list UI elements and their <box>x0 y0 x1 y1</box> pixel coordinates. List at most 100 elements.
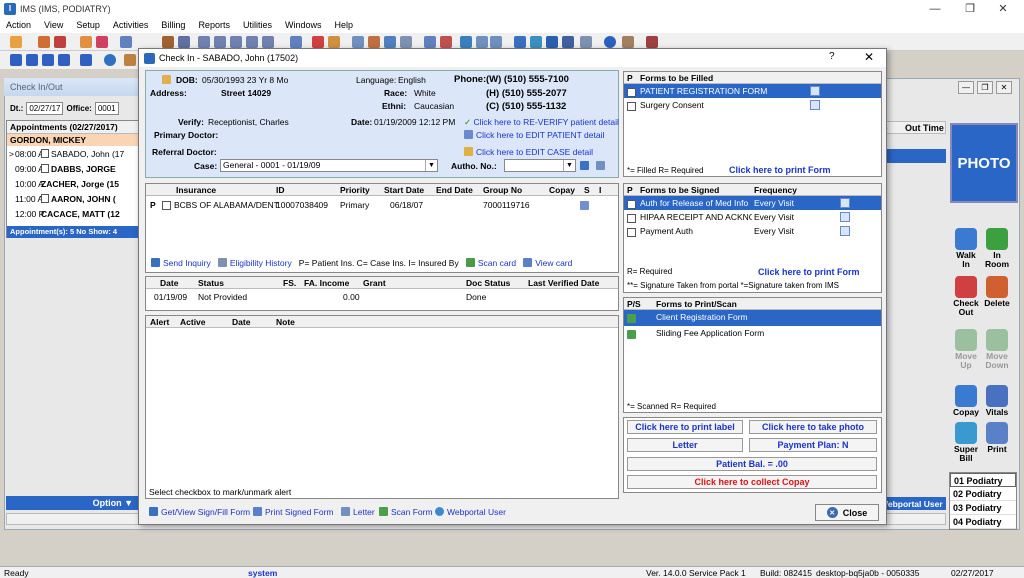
copay-button[interactable]: Copay <box>951 385 981 417</box>
scan-card-link[interactable]: Scan card <box>465 258 516 268</box>
walk-in-button[interactable]: Walk In <box>951 228 981 269</box>
edit-form-icon[interactable] <box>810 100 820 110</box>
money-icon[interactable] <box>124 54 136 66</box>
print-label-button[interactable]: Click here to print label <box>627 420 743 434</box>
grid-icon[interactable] <box>178 36 190 48</box>
close-button[interactable]: ✕ Close <box>815 504 879 521</box>
menu-action[interactable]: Action <box>6 20 31 30</box>
dialog-close-icon[interactable]: ✕ <box>864 50 874 64</box>
menu-setup[interactable]: Setup <box>76 20 100 30</box>
prev-icon[interactable] <box>26 54 38 66</box>
billing-icon[interactable] <box>424 36 436 48</box>
list-item[interactable]: Auth for Release of Med Info Every Visit <box>624 196 881 210</box>
user-icon[interactable] <box>10 36 22 48</box>
letter-link[interactable]: Letter <box>341 507 375 517</box>
super-bill-button[interactable]: Super Bill <box>951 422 981 463</box>
highlighted-patient[interactable]: GORDON, MICKEY <box>7 134 138 146</box>
scan-icon[interactable] <box>580 36 592 48</box>
webportal-user-link[interactable]: Webportal User <box>435 507 506 517</box>
lab-icon[interactable] <box>514 36 526 48</box>
edit-form-icon[interactable] <box>810 86 820 96</box>
print-sign-form-link[interactable]: Click here to print Form <box>758 267 860 277</box>
calendar-icon[interactable] <box>290 36 302 48</box>
check-out-button[interactable]: Check Out <box>951 276 981 317</box>
panel-minimize-icon[interactable]: — <box>958 81 974 94</box>
people3-icon[interactable] <box>230 36 242 48</box>
sort-icon[interactable] <box>80 54 92 66</box>
people2-icon[interactable] <box>214 36 226 48</box>
add-autho-icon[interactable] <box>580 161 589 170</box>
autho-select[interactable]: ▼ <box>504 159 576 172</box>
edit-form-icon[interactable] <box>840 198 850 208</box>
schedule-icon[interactable] <box>162 36 174 48</box>
people-icon[interactable] <box>198 36 210 48</box>
close-icon[interactable]: ✕ <box>988 0 1018 17</box>
minimize-icon[interactable]: — <box>920 0 950 17</box>
list-item[interactable]: 02 Podiatry <box>950 487 1016 501</box>
statement-icon[interactable] <box>476 36 488 48</box>
view-card-icon[interactable] <box>580 201 589 210</box>
edit-case-link[interactable]: Click here to EDIT CASE detail <box>464 147 593 157</box>
chart-icon[interactable] <box>96 36 108 48</box>
restore-icon[interactable]: ❐ <box>955 0 985 17</box>
table-row[interactable]: P BCBS OF ALABAMA/DENT 10007038409 Prima… <box>146 199 618 212</box>
list-item[interactable]: 11:00 A AARON, JOHN ( <box>7 191 138 206</box>
office-input[interactable]: 0001 <box>94 101 119 115</box>
letter-button[interactable]: Letter <box>627 438 743 452</box>
list-item[interactable]: Surgery Consent <box>624 98 881 112</box>
edit-form-icon[interactable] <box>840 226 850 236</box>
form-checkbox[interactable] <box>627 88 636 97</box>
list-item[interactable]: Payment Auth Every Visit <box>624 224 881 238</box>
move-down-button[interactable]: Move Down <box>982 329 1012 370</box>
send-inquiry-link[interactable]: Send Inquiry <box>151 258 211 268</box>
list-item[interactable]: 04 Podiatry <box>950 515 1016 529</box>
document-icon[interactable] <box>400 36 412 48</box>
list-item[interactable]: 01 Podiatry <box>950 473 1016 487</box>
list-item[interactable]: 10:00 A ZACHER, Jorge (15 <box>7 176 138 191</box>
menu-activities[interactable]: Activities <box>113 20 149 30</box>
edit-patient-link[interactable]: Click here to EDIT PATIENT detail <box>464 130 604 140</box>
panel-close-icon[interactable]: ✕ <box>996 81 1012 94</box>
table-row[interactable]: 01/19/09 Not Provided 0.00 Done <box>146 291 618 304</box>
sign-checkbox[interactable] <box>627 228 636 237</box>
sign-checkbox[interactable] <box>627 214 636 223</box>
fax-icon[interactable] <box>562 36 574 48</box>
edit-form-icon[interactable] <box>840 212 850 222</box>
menu-billing[interactable]: Billing <box>161 20 185 30</box>
view-autho-icon[interactable] <box>596 161 605 170</box>
folder-icon[interactable] <box>80 36 92 48</box>
view-card-link[interactable]: View card <box>523 258 572 268</box>
photo-box[interactable]: PHOTO <box>950 123 1018 203</box>
letter-icon[interactable] <box>384 36 396 48</box>
help-icon[interactable] <box>604 36 616 48</box>
reverify-link[interactable]: ✓ Click here to RE-VERIFY patient detail <box>464 117 619 128</box>
next-icon[interactable] <box>42 54 54 66</box>
dt-input[interactable]: 02/27/17 <box>26 101 64 115</box>
print-fill-form-link[interactable]: Click here to print Form <box>729 165 831 175</box>
print-button[interactable]: Print <box>982 422 1012 454</box>
list-item[interactable]: PATIENT REGISTRATION FORM <box>624 84 881 98</box>
word-icon[interactable] <box>546 36 558 48</box>
sign-checkbox[interactable] <box>627 200 636 209</box>
last-icon[interactable] <box>58 54 70 66</box>
report-icon[interactable] <box>120 36 132 48</box>
in-room-button[interactable]: In Room <box>982 228 1012 269</box>
vitals-button[interactable]: Vitals <box>982 385 1012 417</box>
menu-windows[interactable]: Windows <box>285 20 322 30</box>
settings-icon[interactable] <box>328 36 340 48</box>
eligibility-history-link[interactable]: Eligibility History <box>217 258 292 268</box>
print-signed-link[interactable]: Print Signed Form <box>253 507 334 517</box>
collect-copay-button[interactable]: Click here to collect Copay <box>627 475 877 489</box>
claim-icon[interactable] <box>440 36 452 48</box>
get-view-sign-link[interactable]: Get/View Sign/Fill Form <box>149 507 250 517</box>
list-item[interactable]: Sliding Fee Application Form <box>624 326 881 342</box>
list-item[interactable]: 12:00 P CACACE, MATT (12 <box>7 206 138 221</box>
form-checkbox[interactable] <box>627 102 636 111</box>
list-item[interactable]: 09:00 A DABBS, JORGE <box>7 161 138 176</box>
people5-icon[interactable] <box>262 36 274 48</box>
case-select[interactable]: General - 0001 - 01/19/09 ▼ <box>220 159 438 172</box>
people4-icon[interactable] <box>246 36 258 48</box>
rx-icon[interactable] <box>530 36 542 48</box>
menu-help[interactable]: Help <box>334 20 353 30</box>
menu-view[interactable]: View <box>44 20 63 30</box>
